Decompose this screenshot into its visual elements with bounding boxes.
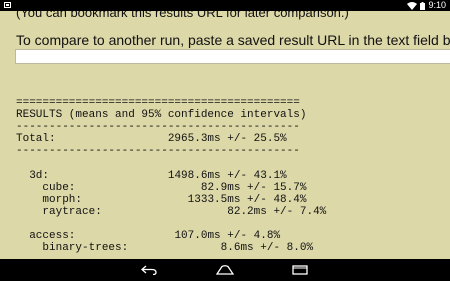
test-name: raytrace:: [42, 205, 102, 218]
home-button[interactable]: [215, 263, 235, 277]
results-text: ========================================…: [16, 97, 326, 254]
group-row: access: 107.0ms +/- 4.8%: [29, 230, 280, 242]
test-value: 82.2ms +/- 7.4%: [227, 205, 327, 218]
group-value: 1498.6ms +/- 43.1%: [167, 169, 287, 182]
recents-icon: [292, 265, 308, 275]
bookmark-note: (You can bookmark this results URL for l…: [16, 11, 349, 20]
test-value: 82.9ms +/- 15.7%: [200, 181, 307, 194]
web-page-content[interactable]: (You can bookmark this results URL for l…: [0, 11, 450, 259]
test-name: morph:: [42, 193, 83, 206]
test-value: 1333.5ms +/- 48.4%: [187, 193, 307, 206]
recents-button[interactable]: [290, 263, 310, 277]
total-value: 2965.3ms +/- 25.5%: [167, 133, 287, 146]
status-indicators: 9:10: [407, 0, 446, 11]
group-name: 3d:: [29, 169, 50, 182]
test-row: binary-trees: 8.6ms +/- 8.0%: [42, 242, 313, 254]
screenshot-notification-icon: [4, 2, 11, 8]
separator-single-bottom: ----------------------------------------…: [16, 145, 300, 158]
test-name: cube:: [42, 181, 76, 194]
results-heading: RESULTS (means and 95% confidence interv…: [16, 109, 307, 122]
total-label: Total:: [16, 133, 56, 146]
test-name: binary-trees:: [42, 242, 129, 255]
separator-double: ========================================…: [16, 97, 300, 109]
test-row: cube: 82.9ms +/- 15.7%: [42, 182, 306, 194]
group-name: access:: [29, 230, 76, 243]
result-url-input[interactable]: [15, 49, 450, 64]
test-value: 8.6ms +/- 8.0%: [220, 242, 314, 255]
wifi-icon: [407, 1, 418, 10]
group-value: 107.0ms +/- 4.8%: [174, 230, 281, 243]
total-row: Total: 2965.3ms +/- 25.5%: [16, 133, 287, 145]
group-row: 3d: 1498.6ms +/- 43.1%: [29, 170, 286, 182]
status-time: 9:10: [428, 0, 446, 10]
back-arrow-icon: [141, 265, 157, 275]
status-bar: 9:10: [0, 0, 450, 11]
home-icon: [216, 265, 234, 275]
back-button[interactable]: [139, 263, 159, 277]
navigation-bar: [0, 259, 450, 281]
separator-single-top: ----------------------------------------…: [16, 121, 300, 134]
battery-icon: [420, 1, 426, 10]
test-row: raytrace: 82.2ms +/- 7.4%: [42, 206, 326, 218]
test-row: morph: 1333.5ms +/- 48.4%: [42, 194, 306, 206]
compare-instruction: To compare to another run, paste a saved…: [16, 32, 450, 48]
